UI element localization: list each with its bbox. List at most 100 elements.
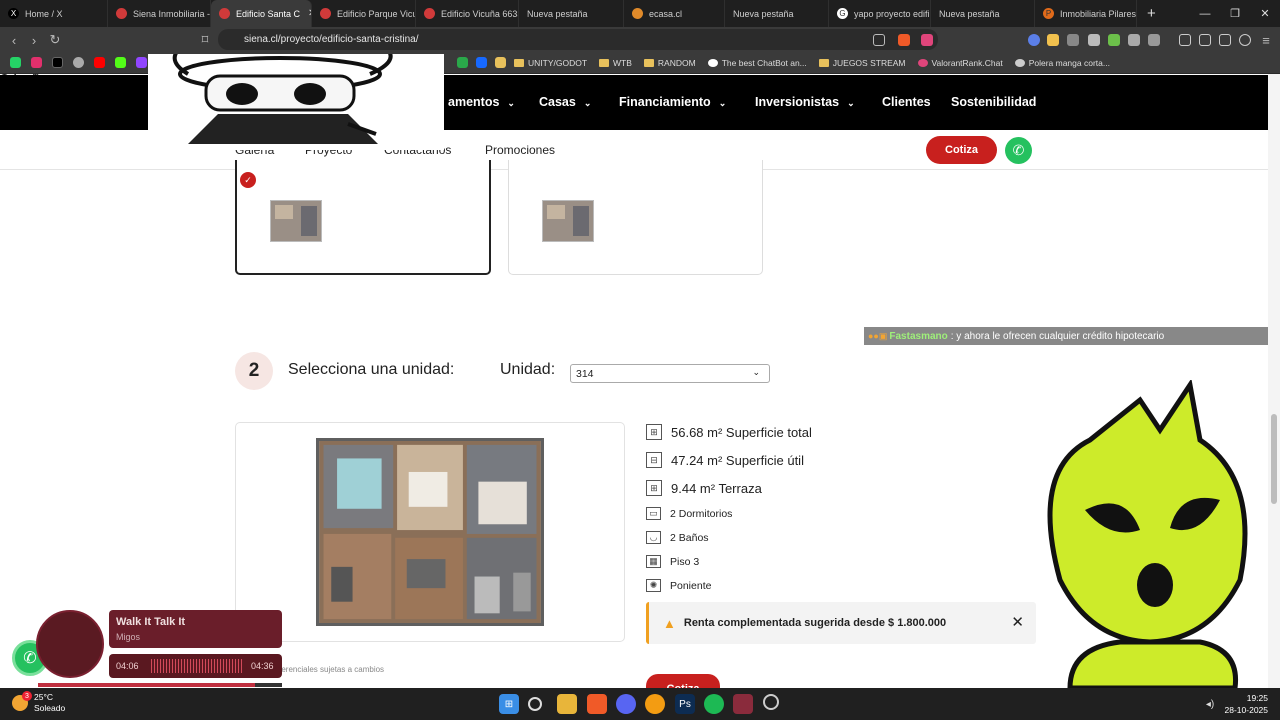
youtube-icon[interactable] (94, 57, 105, 68)
tab-title: Nueva pestaña (939, 8, 1000, 19)
bookmark-item[interactable]: Polera manga corta... (1014, 58, 1110, 68)
leo-ai-icon[interactable] (1219, 34, 1231, 46)
steam-icon[interactable] (763, 694, 779, 710)
spec-text: Piso 3 (670, 555, 700, 568)
minimize-icon[interactable]: — (1190, 0, 1220, 27)
bookmark-item[interactable]: WTB (599, 58, 632, 68)
spec-item: ▦ Piso 3 (646, 555, 699, 568)
blender-icon[interactable] (645, 694, 665, 714)
extensions-icon[interactable] (1128, 34, 1140, 46)
search-icon[interactable] (528, 697, 542, 711)
bookmark-item[interactable]: ValorantRank.Chat (917, 57, 1003, 68)
bookmark-icon[interactable]: ⌑ (195, 30, 215, 50)
behance-icon[interactable] (476, 57, 487, 68)
browser-tab[interactable]: Nueva pestaña (519, 0, 624, 27)
weather-widget[interactable]: 3 25°C Soleado (12, 691, 65, 714)
nav-item[interactable]: Inversionistas ⌄ (755, 95, 855, 109)
chevron-down-icon: ⌄ (752, 367, 760, 377)
x-icon[interactable] (52, 57, 63, 68)
bookmark-item[interactable]: JUEGOS STREAM (818, 58, 906, 68)
kick-icon[interactable] (115, 57, 126, 68)
spec-item: ⊞ 56.68 m² Superficie total (646, 424, 812, 440)
spec-item: ◡ 2 Baños (646, 531, 709, 544)
bookmark-icon[interactable] (457, 57, 468, 68)
browser-tab[interactable]: P Inmobiliaria Pilares (1035, 0, 1137, 27)
spotify-icon[interactable] (704, 694, 724, 714)
restore-icon[interactable]: ❐ (1220, 0, 1250, 27)
back-icon[interactable]: ‹ (4, 30, 24, 50)
extension-icon[interactable] (1088, 34, 1100, 46)
system-clock[interactable]: 19:25 28-10-2025 (1224, 692, 1268, 716)
nav-item[interactable]: Clientes (882, 95, 931, 109)
browser-tab-bar: X Home / X Siena Inmobiliaria - Edificio Sa… (0, 0, 1280, 27)
reload-icon[interactable]: ↻ (45, 30, 65, 50)
tab-title: Home / X (25, 8, 63, 19)
sidebar-icon[interactable] (1179, 34, 1191, 46)
browser-tab[interactable]: Edificio Vicuña 6633 (416, 0, 519, 27)
masked-character-art (172, 48, 393, 144)
instagram-icon[interactable] (31, 57, 42, 68)
brave-shield-icon[interactable] (898, 34, 910, 46)
whatsapp-icon[interactable] (10, 57, 21, 68)
extension-icon[interactable] (1148, 34, 1160, 46)
discord-icon[interactable] (616, 694, 636, 714)
forward-icon[interactable]: › (24, 30, 44, 50)
vpn-icon[interactable] (1239, 34, 1251, 46)
unit-select[interactable]: 314 ⌄ (570, 364, 770, 383)
extension-icon[interactable] (1067, 34, 1079, 46)
scrollbar-thumb[interactable] (1271, 414, 1277, 504)
browser-tab[interactable]: Edificio Santa C✕ (211, 0, 312, 27)
wallet-icon[interactable] (1199, 34, 1211, 46)
step-title: Selecciona una unidad: (288, 361, 455, 378)
brave-icon[interactable] (587, 694, 607, 714)
nav-item[interactable]: Casas ⌄ (539, 95, 591, 109)
tab-title: Edificio Santa C (236, 8, 301, 19)
browser-tab[interactable]: X Home / X (0, 0, 108, 27)
nav-item[interactable]: Sostenibilidad (951, 95, 1036, 109)
close-window-icon[interactable]: ✕ (1250, 0, 1280, 27)
subnav-item[interactable]: Promociones (485, 143, 555, 157)
extension-icon[interactable] (1108, 34, 1120, 46)
apple-icon[interactable] (73, 57, 84, 68)
whatsapp-icon[interactable]: ✆ (1005, 137, 1032, 164)
brave-rewards-icon[interactable] (921, 34, 933, 46)
notification-badge: 3 (22, 691, 32, 701)
bookmark-item[interactable]: UNITY/GODOT (514, 58, 587, 68)
nav-item[interactable]: amentos ⌄ (448, 95, 515, 109)
stream-chat-overlay: ●●▣ Fastasmano : y ahora le ofrecen cual… (864, 327, 1280, 345)
twitch-icon[interactable] (136, 57, 147, 68)
browser-tab[interactable]: Edificio Parque Vicu (312, 0, 416, 27)
photoshop-icon[interactable]: Ps (675, 694, 695, 714)
spec-text: Poniente (670, 579, 712, 592)
bookmark-item[interactable]: The best ChatBot an... (707, 58, 807, 68)
new-tab-button[interactable]: + (1137, 5, 1166, 22)
browser-tab[interactable]: Siena Inmobiliaria - (108, 0, 211, 27)
volume-icon[interactable]: ◂) (1200, 694, 1220, 714)
url-bar[interactable]: siena.cl/proyecto/edificio-santa-cristin… (218, 29, 938, 50)
bookmark-icon[interactable] (495, 57, 506, 68)
nav-item-label: Sostenibilidad (951, 95, 1037, 109)
spec-text: 56.68 m² Superficie total (671, 424, 812, 440)
start-icon[interactable]: ⊞ (499, 694, 519, 714)
menu-icon[interactable]: ≡ (1256, 30, 1276, 50)
bookmark-label: ValorantRank.Chat (931, 57, 1003, 68)
close-icon[interactable]: ✕ (1011, 613, 1024, 631)
bed-icon: ▭ (646, 507, 661, 520)
clock-date: 28-10-2025 (1224, 705, 1268, 715)
share-icon[interactable] (873, 34, 885, 46)
browser-tab[interactable]: Gyapo proyecto edifi (829, 0, 931, 27)
extension-icon[interactable] (1028, 34, 1040, 46)
browser-tab[interactable]: Nueva pestaña (725, 0, 829, 27)
browser-tab[interactable]: Nueva pestaña (931, 0, 1035, 27)
nav-item[interactable]: Financiamiento ⌄ (619, 95, 726, 109)
cotiza-button[interactable]: Cotiza (926, 136, 997, 164)
file-explorer-icon[interactable] (557, 694, 577, 714)
bookmark-item[interactable]: RANDOM (643, 58, 696, 68)
site-icon (917, 58, 928, 67)
spec-item: ▭ 2 Dormitorios (646, 507, 732, 520)
waveform (151, 659, 243, 673)
app-icon[interactable] (733, 694, 753, 714)
browser-tab[interactable]: ecasa.cl (624, 0, 725, 27)
yellow-creature-overlay (1047, 380, 1248, 688)
extension-icon[interactable] (1047, 34, 1059, 46)
